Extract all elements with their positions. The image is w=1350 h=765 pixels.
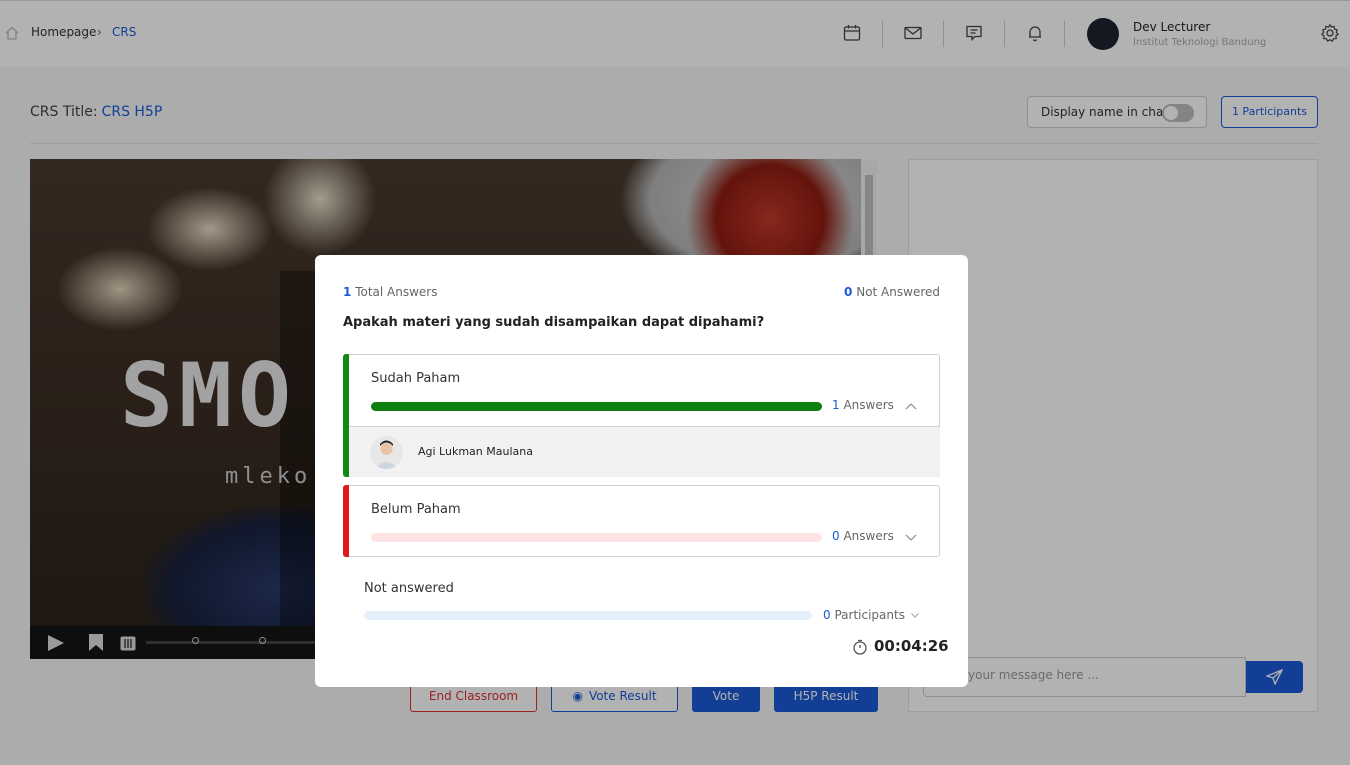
- option-count-label: Answers: [843, 529, 894, 543]
- chevron-up-icon[interactable]: [904, 399, 918, 413]
- option-count-value: 0: [832, 529, 840, 543]
- total-answers-label: Total Answers: [355, 285, 438, 299]
- option-answer-count: 1 Answers: [832, 398, 894, 412]
- respondent-avatar: [370, 436, 403, 469]
- not-answered-progress-bar: [364, 611, 812, 620]
- not-answered-label: Not Answered: [856, 285, 940, 299]
- option-count-label: Answers: [843, 398, 894, 412]
- not-answered-summary: 0 Not Answered: [844, 285, 940, 299]
- option-label: Sudah Paham: [371, 371, 461, 386]
- option-count-value: 1: [832, 398, 840, 412]
- stopwatch-icon: [853, 639, 867, 655]
- option-accent: [343, 485, 349, 557]
- vote-result-modal: 1 Total Answers 0 Not Answered Apakah ma…: [315, 255, 968, 687]
- not-answered-participants-label: Participants: [834, 608, 905, 622]
- poll-timer: 00:04:26: [874, 637, 949, 655]
- option-answer-count: 0 Answers: [832, 529, 894, 543]
- poll-option[interactable]: Sudah Paham 1 Answers Agi Lukman Maulana: [343, 354, 940, 477]
- not-answered-title: Not answered: [364, 581, 454, 596]
- chevron-down-icon[interactable]: [904, 530, 918, 544]
- total-answers: 1 Total Answers: [343, 285, 437, 299]
- poll-option[interactable]: Belum Paham 0 Answers: [343, 485, 940, 557]
- not-answered-participants-count: 0: [823, 608, 831, 622]
- chevron-down-icon[interactable]: [910, 610, 920, 620]
- respondent-row: Agi Lukman Maulana: [349, 426, 940, 477]
- option-progress-bar: [371, 533, 822, 542]
- not-answered-count: 0: [844, 285, 853, 299]
- option-label: Belum Paham: [371, 502, 461, 517]
- option-progress-bar: [371, 402, 822, 411]
- poll-question: Apakah materi yang sudah disampaikan dap…: [343, 315, 765, 330]
- not-answered-participants: 0 Participants: [823, 608, 905, 622]
- respondent-name: Agi Lukman Maulana: [418, 445, 533, 458]
- total-answers-count: 1: [343, 285, 352, 299]
